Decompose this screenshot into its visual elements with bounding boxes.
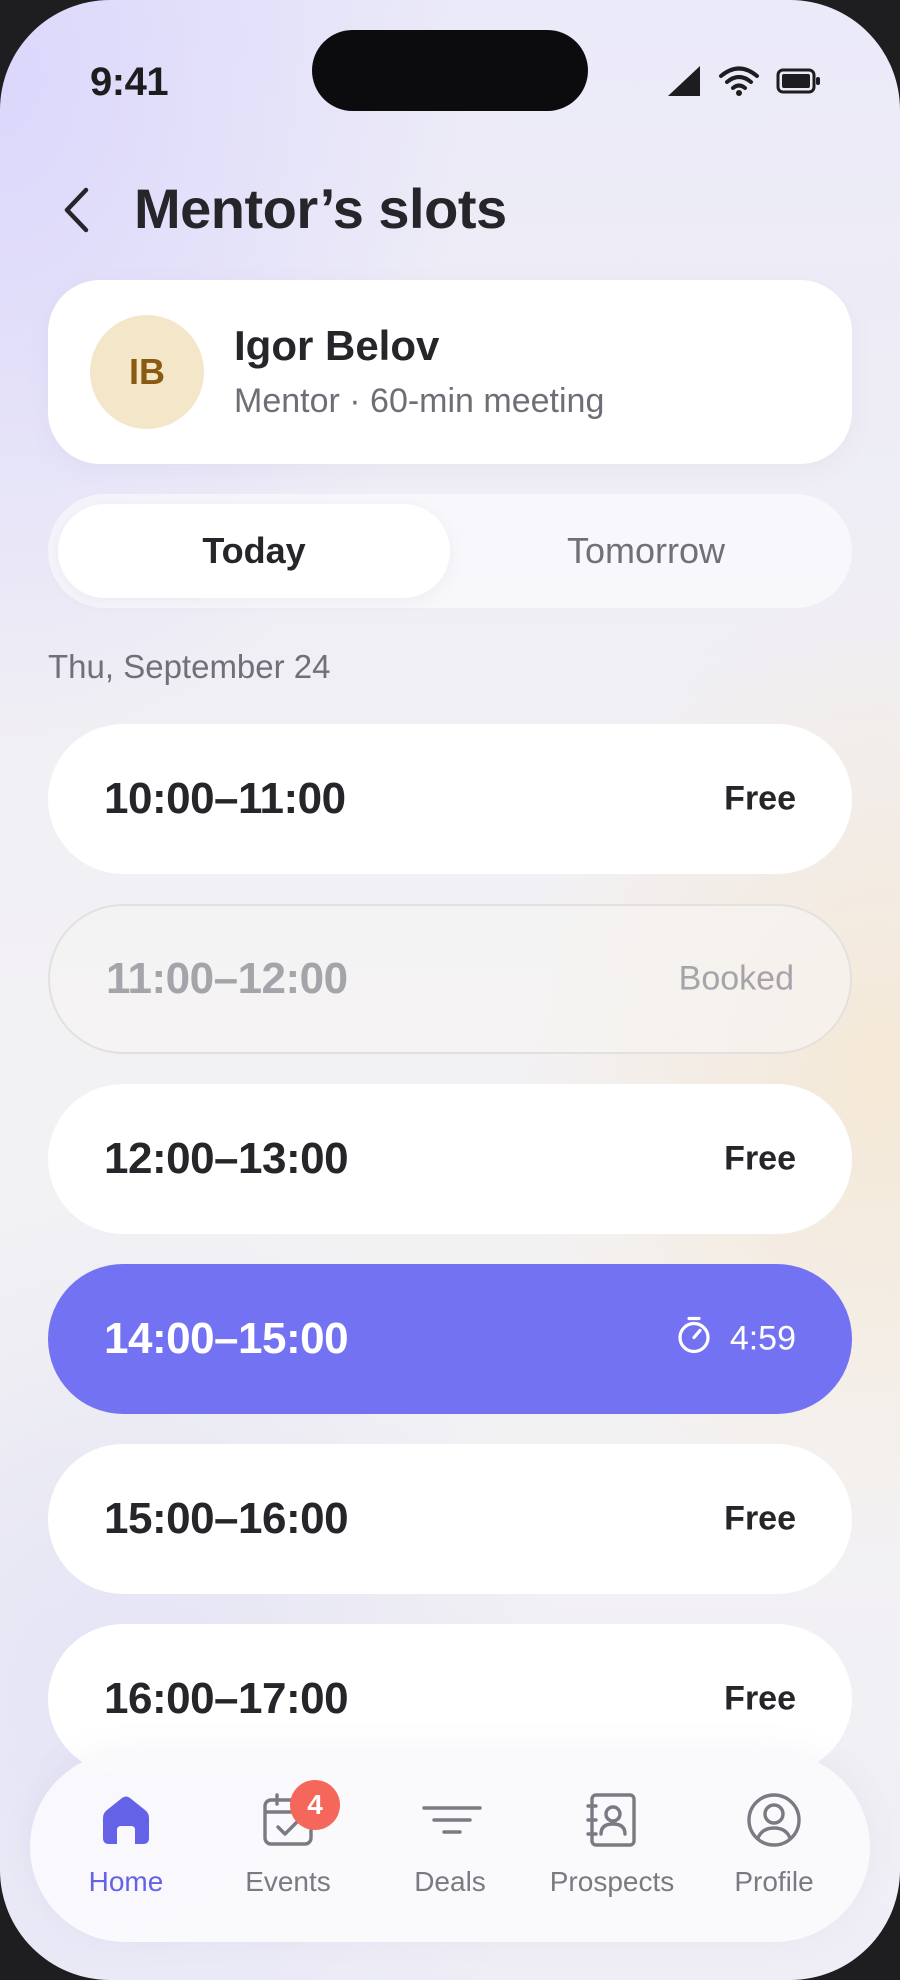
- nav-home[interactable]: Home: [51, 1792, 201, 1912]
- wifi-icon: [718, 65, 760, 102]
- back-button[interactable]: [56, 186, 96, 238]
- date-label: Thu, September 24: [48, 648, 331, 685]
- day-segmented-control: Today Tomorrow: [48, 494, 852, 608]
- slot-status: Free: [724, 1499, 796, 1538]
- battery-icon: [776, 68, 822, 99]
- calendar-check-icon: 4: [260, 1780, 340, 1848]
- mentor-card[interactable]: IB Igor Belov Mentor · 60-min meeting: [48, 280, 852, 464]
- slot-status: Free: [724, 1679, 796, 1718]
- dynamic-island: [312, 30, 588, 111]
- timer-icon: [676, 1315, 712, 1364]
- nav-label: Deals: [414, 1866, 486, 1897]
- nav-deals[interactable]: Deals: [375, 1792, 525, 1912]
- nav-label: Events: [245, 1866, 331, 1897]
- slot-time: 10:00–11:00: [104, 774, 346, 823]
- phone-screen: 9:41 Mentor’s slots IB Igor Belov Mentor…: [0, 0, 900, 1980]
- nav-profile[interactable]: Profile: [699, 1792, 849, 1912]
- slot-item-booked: 11:00–12:00 Booked: [48, 904, 852, 1054]
- slot-item-selected[interactable]: 14:00–15:00 4:59: [48, 1264, 852, 1414]
- mentor-name: Igor Belov: [234, 322, 440, 369]
- nav-label: Profile: [734, 1866, 814, 1897]
- chevron-left-icon: [62, 187, 90, 238]
- nav-events[interactable]: 4 Events: [213, 1780, 363, 1912]
- bottom-nav: Home 4 Events Deals Prospects Profile: [30, 1752, 870, 1942]
- status-time: 9:41: [90, 60, 169, 104]
- user-circle-icon: [746, 1792, 802, 1848]
- tab-tomorrow[interactable]: Tomorrow: [450, 504, 842, 598]
- nav-label: Home: [88, 1866, 164, 1897]
- status-icons: [666, 64, 822, 103]
- filter-icon: [422, 1792, 482, 1848]
- tab-today[interactable]: Today: [58, 504, 450, 598]
- slot-item[interactable]: 15:00–16:00 Free: [48, 1444, 852, 1594]
- home-icon: [98, 1792, 154, 1848]
- slot-countdown: 4:59: [729, 1319, 796, 1358]
- slot-status: Free: [724, 1139, 796, 1178]
- cellular-signal-icon: [666, 64, 702, 103]
- nav-prospects[interactable]: Prospects: [537, 1792, 687, 1912]
- page-title: Mentor’s slots: [134, 177, 507, 240]
- slot-item[interactable]: 12:00–13:00 Free: [48, 1084, 852, 1234]
- slot-item[interactable]: 10:00–11:00 Free: [48, 724, 852, 874]
- avatar: IB: [90, 315, 204, 429]
- slot-status: Booked: [678, 959, 794, 998]
- mentor-subtitle: Mentor · 60-min meeting: [234, 382, 605, 420]
- slot-time: 15:00–16:00: [104, 1494, 349, 1543]
- slot-time: 12:00–13:00: [104, 1134, 349, 1183]
- contacts-icon: [584, 1792, 640, 1848]
- nav-label: Prospects: [549, 1866, 675, 1897]
- slot-time: 14:00–15:00: [104, 1314, 349, 1363]
- events-badge: 4: [290, 1780, 340, 1830]
- slot-time: 11:00–12:00: [106, 954, 348, 1003]
- slot-status: Free: [724, 779, 796, 818]
- slot-time: 16:00–17:00: [104, 1674, 349, 1723]
